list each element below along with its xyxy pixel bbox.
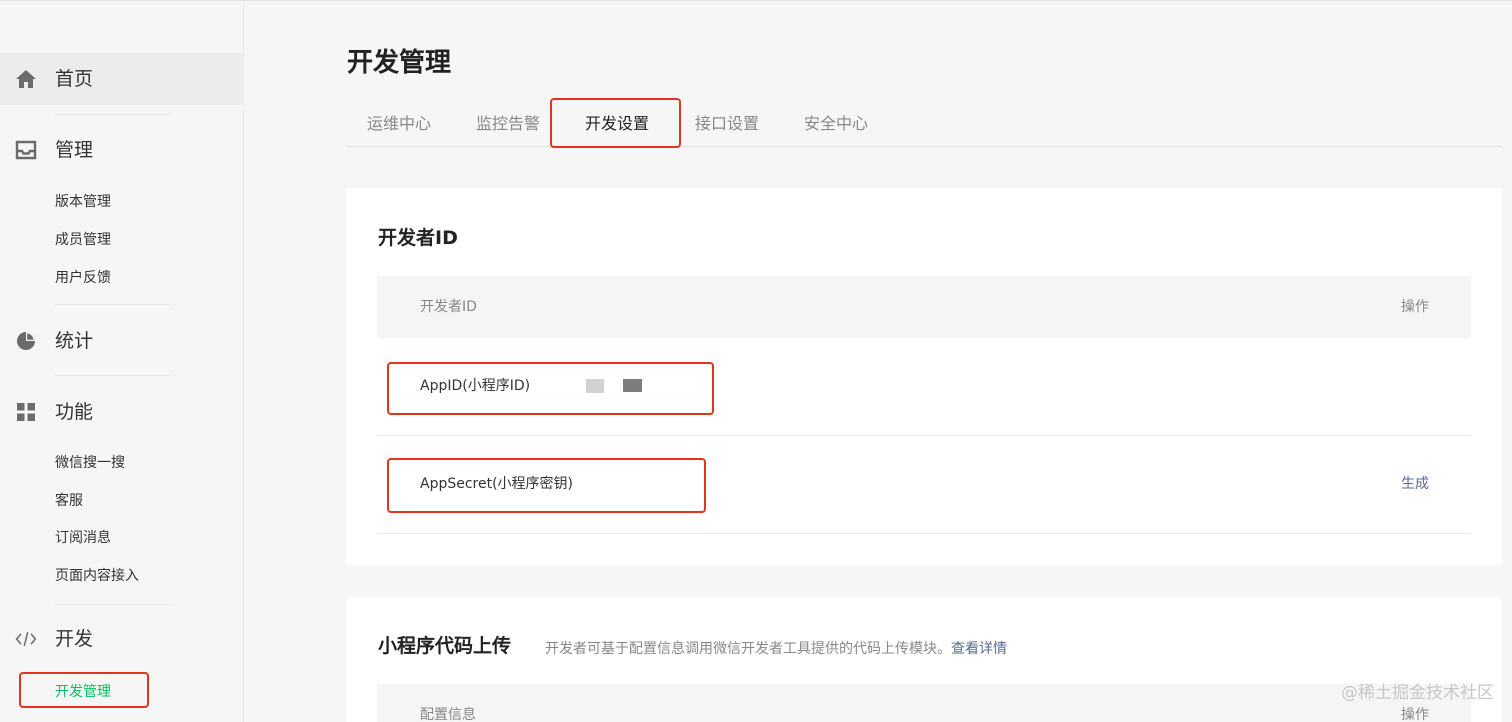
page-title: 开发管理 <box>347 48 452 78</box>
card-description: 开发者可基于配置信息调用微信开发者工具提供的代码上传模块。查看详情 <box>545 639 1007 659</box>
column-header: 开发者ID <box>420 299 477 315</box>
sidebar-item-feedback[interactable]: 用户反馈 <box>55 268 111 288</box>
generate-secret-link[interactable]: 生成 <box>1401 474 1429 494</box>
sidebar-item-members[interactable]: 成员管理 <box>55 230 111 250</box>
sidebar-section-stats[interactable]: 统计 <box>0 315 244 367</box>
tab-monitoring[interactable]: 监控告警 <box>476 113 540 135</box>
sidebar-section-label: 首页 <box>55 68 94 90</box>
column-header: 操作 <box>1401 707 1429 722</box>
sidebar-section-label: 开发 <box>55 628 94 650</box>
sidebar-divider <box>55 304 170 305</box>
table-header: 开发者ID 操作 <box>377 276 1471 338</box>
card-title: 开发者ID <box>378 227 458 249</box>
sidebar-item-subscribe-message[interactable]: 订阅消息 <box>55 528 111 548</box>
sidebar-item-page-content[interactable]: 页面内容接入 <box>55 566 139 586</box>
sidebar-section-label: 功能 <box>55 401 94 423</box>
tab-api-settings[interactable]: 接口设置 <box>695 113 759 135</box>
sidebar-section-features[interactable]: 功能 <box>0 386 244 438</box>
highlight-box <box>550 98 681 148</box>
tab-security-center[interactable]: 安全中心 <box>804 113 868 135</box>
grid-icon <box>15 401 37 423</box>
highlight-box <box>387 362 714 415</box>
sidebar-divider <box>55 604 170 605</box>
watermark: @稀土掘金技术社区 <box>1341 683 1494 703</box>
sidebar-section-home[interactable]: 首页 <box>0 53 244 105</box>
highlight-box <box>387 458 706 513</box>
sidebar-section-develop[interactable]: 开发 <box>0 613 244 665</box>
sidebar-item-wechat-search[interactable]: 微信搜一搜 <box>55 453 125 473</box>
sidebar-item-customer-service[interactable]: 客服 <box>55 491 83 511</box>
pie-chart-icon <box>15 330 37 352</box>
sidebar-section-label: 统计 <box>55 330 94 352</box>
code-icon <box>15 628 37 650</box>
inbox-icon <box>15 139 37 161</box>
sidebar: 首页 管理 版本管理 成员管理 用户反馈 统计 功能 微信搜一搜 客服 订阅消息… <box>0 1 244 722</box>
sidebar-item-version[interactable]: 版本管理 <box>55 192 111 212</box>
sidebar-divider <box>55 375 170 376</box>
tab-ops-center[interactable]: 运维中心 <box>367 113 431 135</box>
home-icon <box>15 68 37 90</box>
developer-id-card: 开发者ID 开发者ID 操作 AppID(小程序ID) AppSecret(小程… <box>346 188 1502 565</box>
highlight-box <box>19 672 149 708</box>
sidebar-section-label: 管理 <box>55 139 94 161</box>
column-header: 配置信息 <box>420 707 476 722</box>
column-header: 操作 <box>1401 299 1429 315</box>
table-header: 配置信息 操作 <box>377 684 1471 722</box>
card-title: 小程序代码上传 <box>378 635 512 657</box>
code-upload-card: 小程序代码上传 开发者可基于配置信息调用微信开发者工具提供的代码上传模块。查看详… <box>346 597 1502 722</box>
tab-bar: 运维中心 监控告警 开发设置 接口设置 安全中心 <box>347 98 1502 148</box>
sidebar-divider <box>55 114 170 115</box>
description-text: 开发者可基于配置信息调用微信开发者工具提供的代码上传模块。 <box>545 641 951 657</box>
sidebar-section-manage[interactable]: 管理 <box>0 124 244 176</box>
view-details-link[interactable]: 查看详情 <box>951 641 1007 657</box>
